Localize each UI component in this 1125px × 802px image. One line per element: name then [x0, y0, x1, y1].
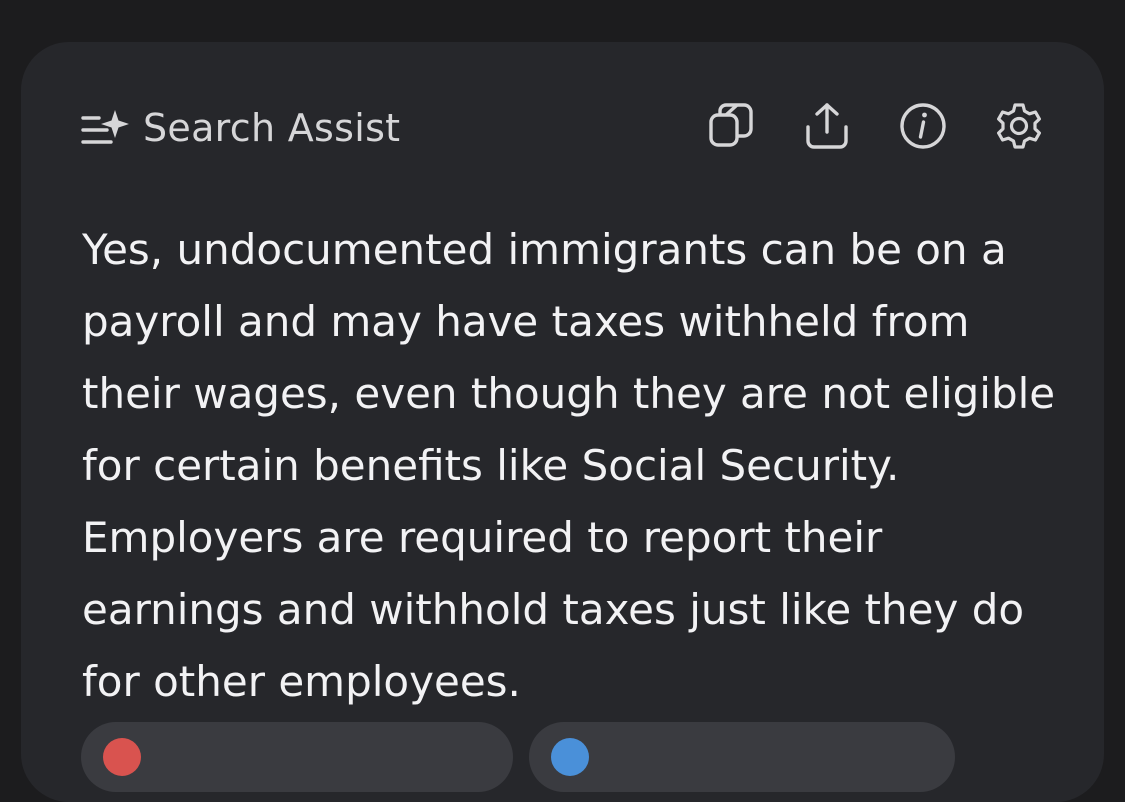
info-icon[interactable] [897, 100, 949, 152]
settings-icon[interactable] [993, 100, 1045, 152]
copy-icon[interactable] [705, 100, 757, 152]
share-icon[interactable] [801, 100, 853, 152]
source-favicon-icon [103, 738, 141, 776]
sparkle-lines-icon [81, 106, 131, 150]
page-title: Search Assist [143, 106, 401, 150]
header-actions [705, 100, 1045, 152]
search-assist-header: Search Assist [81, 104, 400, 152]
source-chip[interactable] [81, 722, 513, 792]
source-chip[interactable] [529, 722, 955, 792]
source-favicon-icon [551, 738, 589, 776]
answer-text: Yes, undocumented immigrants can be on a… [82, 225, 1056, 706]
source-chips [81, 722, 955, 792]
search-assist-card: Search Assist Yes, undocumented immigran… [21, 42, 1104, 802]
